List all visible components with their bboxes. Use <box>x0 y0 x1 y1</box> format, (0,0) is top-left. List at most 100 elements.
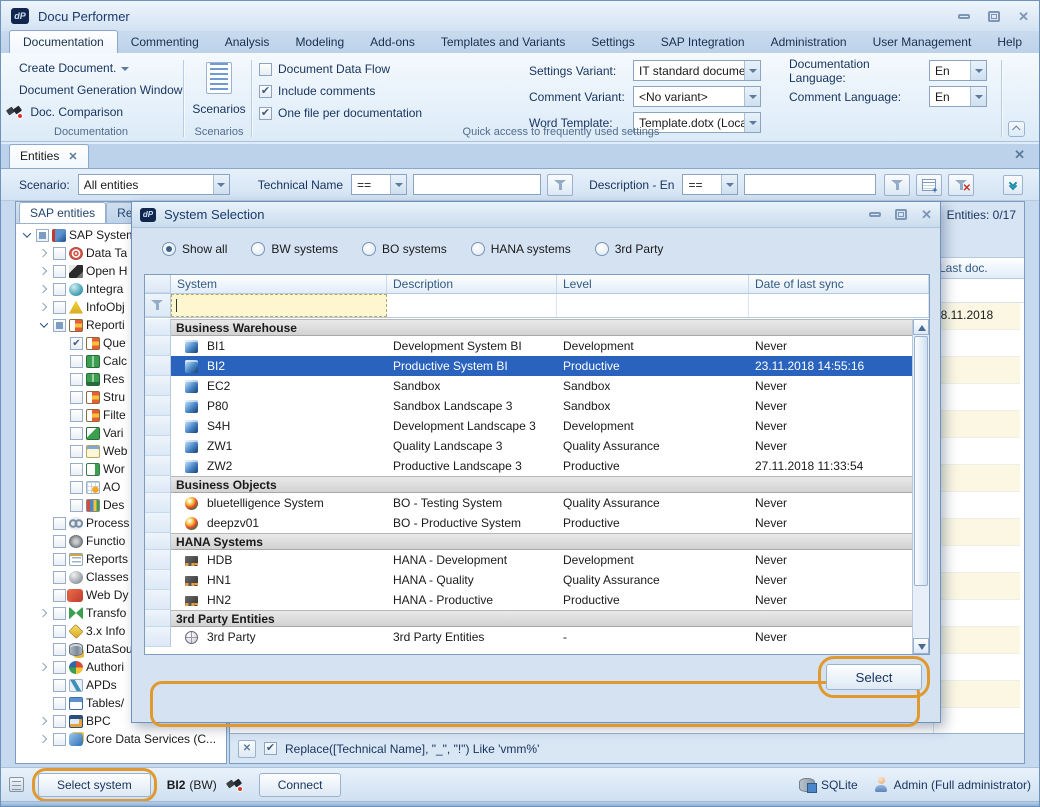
tree-checkbox[interactable] <box>70 355 83 368</box>
menu-tab-help[interactable]: Help <box>984 31 1035 53</box>
checkbox-icon[interactable] <box>259 85 272 98</box>
system-filter-cell[interactable] <box>171 294 387 317</box>
scroll-down-icon[interactable] <box>913 638 929 654</box>
select-system-button[interactable]: Select system <box>38 773 151 797</box>
tree-checkbox[interactable] <box>53 301 66 314</box>
select-button[interactable]: Select <box>826 664 922 690</box>
radio-icon[interactable] <box>362 242 376 256</box>
tree-checkbox[interactable] <box>53 517 66 530</box>
last-sync-filter-cell[interactable] <box>749 294 929 317</box>
column-header-system[interactable]: System <box>171 275 387 293</box>
system-row-deepzv01[interactable]: deepzv01BO - Productive SystemProductive… <box>145 513 912 533</box>
tree-checkbox[interactable] <box>53 643 66 656</box>
system-row-p80[interactable]: P80Sandbox Landscape 3SandboxNever <box>145 396 912 416</box>
system-row-hn1[interactable]: HN1HANA - QualityQuality AssuranceNever <box>145 570 912 590</box>
checkbox-document-data-flow[interactable]: Document Data Flow <box>259 62 422 76</box>
tree-tab-sap-entities[interactable]: SAP entities <box>19 202 106 223</box>
scroll-up-icon[interactable] <box>913 319 929 335</box>
menu-tab-modeling[interactable]: Modeling <box>282 31 357 53</box>
expand-arrow-icon[interactable] <box>37 733 50 746</box>
filter-editor-button[interactable] <box>916 174 942 196</box>
expand-arrow-icon[interactable] <box>37 607 50 620</box>
system-row-hn2[interactable]: HN2HANA - ProductiveProductiveNever <box>145 590 912 610</box>
menu-tab-add-ons[interactable]: Add-ons <box>357 31 428 53</box>
expand-arrow-icon[interactable] <box>37 301 50 314</box>
radio-bw-systems[interactable]: BW systems <box>251 242 338 256</box>
column-header-date-of-last-sync[interactable]: Date of last sync <box>749 275 929 293</box>
tree-checkbox[interactable] <box>53 679 66 692</box>
column-header-description[interactable]: Description <box>387 275 557 293</box>
tree-checkbox[interactable] <box>53 589 66 602</box>
checkbox-icon[interactable] <box>259 63 272 76</box>
create-document-button[interactable]: Create Document. <box>19 61 129 75</box>
menu-tab-documentation[interactable]: Documentation <box>9 30 118 53</box>
radio-hana-systems[interactable]: HANA systems <box>471 242 571 256</box>
column-header-last-doc[interactable]: Last doc. <box>934 258 1020 278</box>
system-row-bi1[interactable]: BI1Development System BIDevelopmentNever <box>145 336 912 356</box>
dropdown-documentation-language[interactable]: En <box>929 60 987 81</box>
system-row-ec2[interactable]: EC2SandboxSandboxNever <box>145 376 912 396</box>
tree-checkbox[interactable] <box>53 283 66 296</box>
expand-arrow-icon[interactable] <box>37 265 50 278</box>
menu-tab-user-management[interactable]: User Management <box>860 31 985 53</box>
scroll-thumb[interactable] <box>914 336 928 586</box>
expand-arrow-icon[interactable] <box>37 247 50 260</box>
tree-checkbox[interactable] <box>70 337 83 350</box>
menu-tab-commenting[interactable]: Commenting <box>118 31 212 53</box>
radio-icon[interactable] <box>471 242 485 256</box>
system-row-bluetelligence-system[interactable]: bluetelligence SystemBO - Testing System… <box>145 493 912 513</box>
column-header-level[interactable]: Level <box>557 275 749 293</box>
collapse-arrow-icon[interactable] <box>37 319 50 332</box>
description-input[interactable] <box>744 174 876 195</box>
tree-checkbox[interactable] <box>70 373 83 386</box>
tree-checkbox[interactable] <box>53 265 66 278</box>
maximize-icon[interactable] <box>988 11 1000 22</box>
table-scrollbar[interactable] <box>912 319 929 654</box>
radio-icon[interactable] <box>251 242 265 256</box>
system-row-zw2[interactable]: ZW2Productive Landscape 3Productive27.11… <box>145 456 912 476</box>
tree-checkbox[interactable] <box>53 247 66 260</box>
tree-checkbox[interactable] <box>70 391 83 404</box>
system-row-3rd-party[interactable]: 3rd Party3rd Party Entities-Never <box>145 627 912 647</box>
apply-filter-button[interactable] <box>884 174 910 196</box>
tree-checkbox[interactable] <box>53 607 66 620</box>
ribbon-collapse-button[interactable] <box>1008 121 1025 137</box>
tree-checkbox[interactable] <box>53 661 66 674</box>
tree-item-core-data-services-c[interactable]: Core Data Services (C... <box>16 730 226 748</box>
tree-checkbox[interactable] <box>70 499 83 512</box>
system-row-zw1[interactable]: ZW1Quality Landscape 3Quality AssuranceN… <box>145 436 912 456</box>
tree-checkbox[interactable] <box>53 535 66 548</box>
menu-tab-sap-integration[interactable]: SAP Integration <box>648 31 758 53</box>
tree-checkbox[interactable] <box>53 553 66 566</box>
checkbox-include-comments[interactable]: Include comments <box>259 84 422 98</box>
menu-tab-templates-and-variants[interactable]: Templates and Variants <box>428 31 579 53</box>
document-generation-window-button[interactable]: Document Generation Window <box>19 83 182 97</box>
expand-filters-button[interactable] <box>1003 175 1023 195</box>
tree-checkbox[interactable] <box>70 445 83 458</box>
dropdown-comment-language[interactable]: En <box>929 86 987 107</box>
tree-checkbox[interactable] <box>70 427 83 440</box>
tree-checkbox[interactable] <box>70 463 83 476</box>
menu-tab-administration[interactable]: Administration <box>758 31 860 53</box>
checkbox-one-file-per-documentation[interactable]: One file per documentation <box>259 106 422 120</box>
expand-arrow-icon[interactable] <box>37 661 50 674</box>
tree-checkbox[interactable] <box>53 319 66 332</box>
tree-checkbox[interactable] <box>53 697 66 710</box>
dropdown-comment-variant[interactable]: <No variant> <box>633 86 761 107</box>
radio-bo-systems[interactable]: BO systems <box>362 242 447 256</box>
connect-button[interactable]: Connect <box>259 773 342 797</box>
system-row-hdb[interactable]: HDBHANA - DevelopmentDevelopmentNever <box>145 550 912 570</box>
menu-tab-analysis[interactable]: Analysis <box>212 31 283 53</box>
technical-name-operator-dropdown[interactable]: == <box>351 174 407 195</box>
radio-3rd-party[interactable]: 3rd Party <box>595 242 664 256</box>
technical-name-input[interactable] <box>413 174 541 195</box>
menu-tab-settings[interactable]: Settings <box>578 31 647 53</box>
expand-arrow-icon[interactable] <box>37 283 50 296</box>
tree-checkbox[interactable] <box>70 481 83 494</box>
dialog-minimize-icon[interactable] <box>869 212 881 217</box>
tree-checkbox[interactable] <box>70 409 83 422</box>
description-filter-cell[interactable] <box>387 294 557 317</box>
tree-checkbox[interactable] <box>36 229 49 242</box>
tree-checkbox[interactable] <box>53 715 66 728</box>
tree-checkbox[interactable] <box>53 571 66 584</box>
